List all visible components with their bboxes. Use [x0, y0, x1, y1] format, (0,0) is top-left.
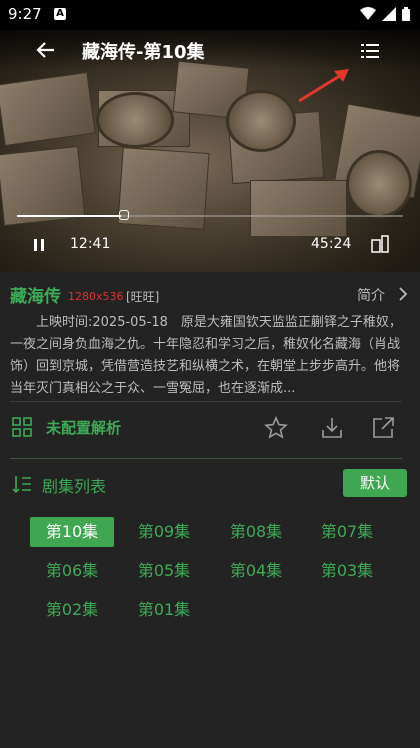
download-icon[interactable]	[320, 416, 344, 440]
video-frame-brick	[250, 180, 347, 237]
video-frame-brick	[117, 147, 210, 230]
signal-icon	[382, 7, 396, 21]
description: 上映时间:2025-05-18 原是大雍国钦天监监正蒯铎之子稚奴，一夜之间身负血…	[10, 315, 402, 396]
favorite-star-icon[interactable]	[264, 416, 288, 440]
seek-bar[interactable]	[17, 215, 403, 217]
player-top-bar	[0, 30, 420, 70]
sort-icon[interactable]	[12, 474, 32, 494]
divider	[10, 458, 402, 459]
episode-item[interactable]: 第09集	[122, 517, 206, 547]
video-frame-seal	[96, 92, 174, 148]
notification-icon: A	[54, 8, 66, 20]
video-frame-seal	[346, 150, 412, 218]
episode-item[interactable]: 第05集	[122, 556, 206, 586]
resolution-label: 1280x536	[68, 290, 124, 303]
fullscreen-icon[interactable]	[371, 235, 389, 253]
current-time: 12:41	[70, 236, 111, 252]
back-arrow-icon[interactable]	[36, 40, 56, 60]
episode-item[interactable]: 第02集	[30, 595, 114, 625]
episode-item[interactable]: 第04集	[214, 556, 298, 586]
episode-item[interactable]: 第07集	[305, 517, 389, 547]
intro-link[interactable]: 简介	[357, 285, 385, 305]
hint-arrow	[298, 69, 349, 103]
share-icon[interactable]	[371, 416, 395, 440]
video-frame-brick	[0, 71, 96, 147]
divider	[10, 401, 402, 402]
episode-item[interactable]: 第08集	[214, 517, 298, 547]
status-icons	[360, 7, 410, 21]
episode-item[interactable]: 第01集	[122, 595, 206, 625]
wifi-icon	[360, 7, 376, 20]
video-frame-seal	[226, 90, 296, 152]
seek-bar-fill	[17, 215, 122, 217]
page-title: 藏海传-第10集	[82, 42, 205, 63]
chevron-right-icon[interactable]	[398, 287, 408, 301]
status-time: 9:27	[8, 5, 42, 23]
episode-list-label: 剧集列表	[42, 477, 107, 496]
pause-icon[interactable]	[32, 238, 46, 252]
duration: 45:24	[311, 236, 352, 252]
seek-thumb[interactable]	[119, 210, 129, 220]
show-name: 藏海传	[10, 287, 61, 307]
battery-icon	[402, 7, 410, 21]
episode-item[interactable]: 第06集	[30, 556, 114, 586]
episode-item[interactable]: 第03集	[305, 556, 389, 586]
source-label: [旺旺]	[126, 290, 160, 304]
default-sort-button[interactable]: 默认	[343, 469, 407, 497]
episode-item[interactable]: 第10集	[30, 517, 114, 547]
grid-icon[interactable]	[12, 417, 32, 437]
parse-config-button[interactable]: 未配置解析	[46, 417, 121, 438]
status-bar: 9:27 A	[0, 0, 420, 30]
episode-list-icon[interactable]	[361, 43, 379, 59]
